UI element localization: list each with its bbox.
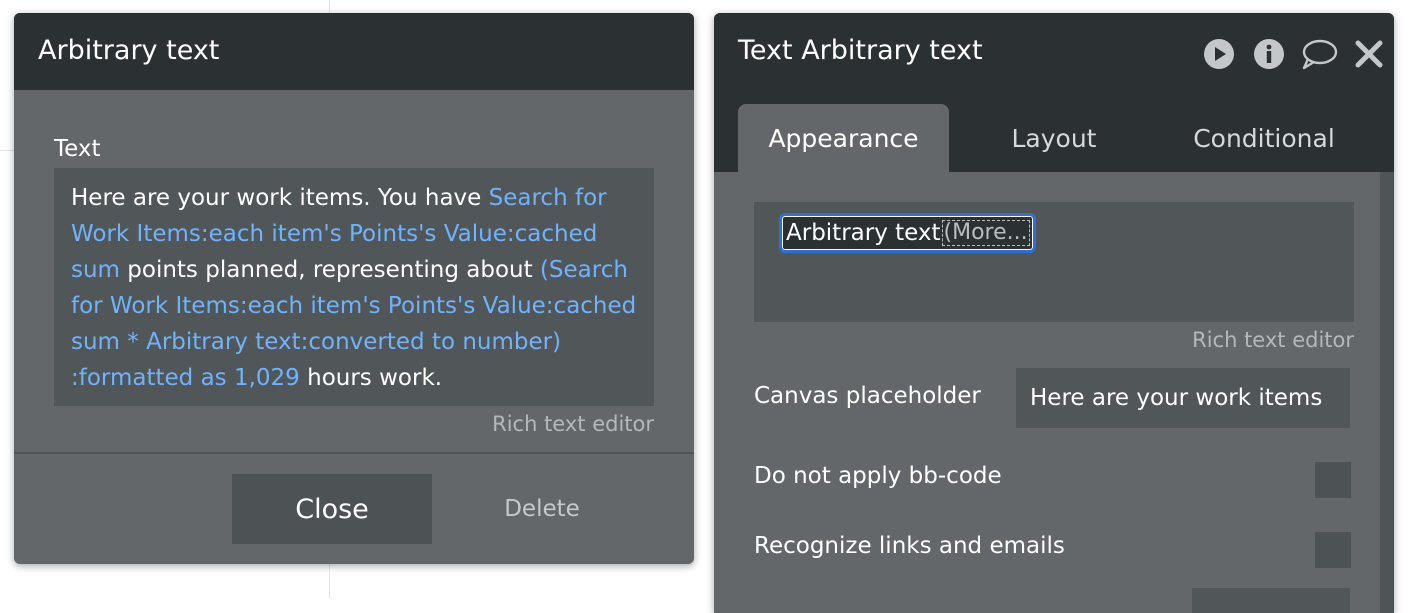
static-text: points planned, representing about — [119, 257, 540, 283]
canvas-guide-line — [0, 150, 14, 151]
modal-title: Arbitrary text — [38, 35, 220, 66]
panel-header[interactable]: Text Arbitrary text — [714, 13, 1394, 90]
rich-text-editor-link[interactable]: Rich text editor — [1192, 328, 1354, 352]
recognize-links-label: Recognize links and emails — [754, 533, 1065, 559]
dynamic-text-editor[interactable]: Arbitrary text (More... — [754, 202, 1354, 322]
tab-layout[interactable]: Layout — [964, 104, 1144, 172]
panel-title: Text Arbitrary text — [738, 35, 983, 66]
more-link[interactable]: (More... — [941, 220, 1030, 246]
tab-conditional[interactable]: Conditional — [1164, 104, 1364, 172]
panel-scrollbar[interactable] — [1380, 172, 1394, 613]
property-editor-panel: Text Arbitrary text Appearance Layout Co… — [714, 13, 1394, 613]
property-tabs: Appearance Layout Conditional — [714, 90, 1394, 172]
bbcode-label: Do not apply bb-code — [754, 463, 1002, 489]
rich-text-editor-link[interactable]: Rich text editor — [492, 412, 654, 436]
recognize-links-checkbox[interactable] — [1315, 532, 1351, 568]
text-expression-editor[interactable]: Here are your work items. You have Searc… — [54, 168, 654, 406]
tab-appearance[interactable]: Appearance — [738, 104, 949, 172]
info-icon[interactable] — [1252, 37, 1286, 71]
partial-control[interactable] — [1192, 588, 1350, 613]
bbcode-checkbox[interactable] — [1315, 462, 1351, 498]
arbitrary-text-modal: Arbitrary text Text Here are your work i… — [14, 13, 694, 564]
close-icon[interactable] — [1354, 37, 1384, 71]
dynamic-chip-label: Arbitrary text — [786, 220, 941, 246]
close-button[interactable]: Close — [232, 474, 432, 544]
static-text: Here are your work items. You have — [71, 185, 489, 211]
play-icon[interactable] — [1202, 37, 1236, 71]
dynamic-expression-chip[interactable]: Arbitrary text (More... — [779, 213, 1036, 253]
canvas-placeholder-input[interactable] — [1016, 368, 1350, 428]
text-field-label: Text — [54, 136, 101, 162]
delete-button[interactable]: Delete — [484, 487, 600, 531]
canvas-placeholder-label: Canvas placeholder — [754, 383, 981, 409]
text-expression-content[interactable]: Here are your work items. You have Searc… — [71, 180, 643, 396]
modal-header: Arbitrary text — [14, 13, 694, 90]
modal-footer-divider — [14, 452, 694, 454]
comment-icon[interactable] — [1300, 37, 1338, 71]
static-text: hours work. — [299, 365, 443, 391]
